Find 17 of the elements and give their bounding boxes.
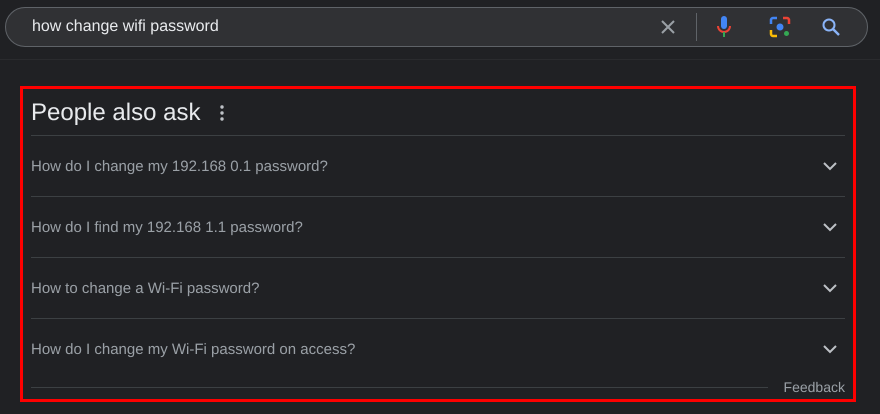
question-row[interactable]: How to change a Wi-Fi password?	[31, 258, 845, 319]
question-row[interactable]: How do I change my 192.168 0.1 password?	[31, 136, 845, 197]
feedback-link[interactable]: Feedback	[784, 379, 845, 395]
chevron-icon	[823, 222, 837, 232]
chevron-icon	[823, 162, 837, 170]
search-field[interactable]: how change wifi password	[5, 7, 868, 47]
more-options-icon[interactable]	[220, 105, 224, 121]
microphone-icon[interactable]	[717, 16, 731, 38]
camera-icon[interactable]	[769, 16, 791, 38]
search-query: how change wifi password	[32, 18, 220, 36]
chevron-icon	[823, 284, 837, 292]
close-icon[interactable]	[660, 19, 676, 35]
section-title: People also ask	[31, 99, 200, 127]
question-row[interactable]: How do I find my 192.168 1.1 password?	[31, 197, 845, 258]
question-row[interactable]: How do I change my Wi-Fi password on access?	[31, 319, 845, 380]
search-icon[interactable]	[821, 17, 841, 37]
chevron-icon	[823, 345, 837, 354]
